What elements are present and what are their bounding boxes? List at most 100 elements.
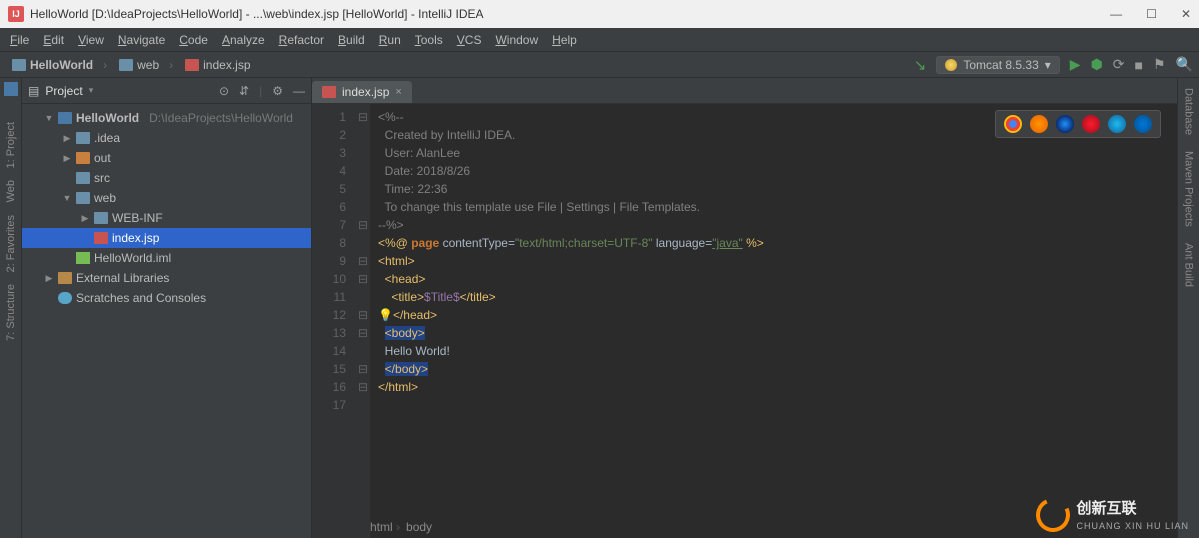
target-icon[interactable]: ⊙: [219, 84, 229, 98]
watermark-icon: [1032, 493, 1076, 537]
build-icon[interactable]: ↘: [914, 56, 927, 74]
menu-window[interactable]: Window: [489, 31, 544, 49]
stop-button[interactable]: ■: [1135, 57, 1143, 73]
tree-arrow[interactable]: ▶: [80, 213, 90, 224]
tree-item-src[interactable]: src: [22, 168, 311, 188]
breadcrumb-helloworld[interactable]: HelloWorld: [6, 58, 113, 72]
menu-navigate[interactable]: Navigate: [112, 31, 171, 49]
menu-vcs[interactable]: VCS: [451, 31, 488, 49]
folder-blue-icon: [12, 59, 26, 71]
tomcat-icon: [945, 59, 957, 71]
tree-arrow[interactable]: ▼: [62, 193, 72, 203]
chevron-down-icon: ▾: [1045, 58, 1051, 72]
tree-item-out[interactable]: ▶out: [22, 148, 311, 168]
pkg-icon: [58, 112, 72, 124]
menu-build[interactable]: Build: [332, 31, 371, 49]
run-button[interactable]: ▶: [1070, 56, 1081, 73]
firefox-icon[interactable]: [1030, 115, 1048, 133]
breadcrumb-index.jsp[interactable]: index.jsp: [179, 58, 266, 72]
update-button[interactable]: ⚑: [1153, 56, 1166, 73]
chevron-down-icon[interactable]: ▾: [89, 85, 94, 96]
tab-index-jsp[interactable]: index.jsp ×: [312, 81, 412, 103]
line-gutter: 1234567891011121314151617: [312, 104, 356, 538]
safari-icon[interactable]: [1056, 115, 1074, 133]
maximize-button[interactable]: ☐: [1146, 7, 1157, 21]
run-config-label: Tomcat 8.5.33: [963, 58, 1038, 72]
edge-icon[interactable]: [1134, 115, 1152, 133]
tree-item-helloworld-iml[interactable]: HelloWorld.iml: [22, 248, 311, 268]
breadcrumb-web[interactable]: web: [113, 58, 179, 72]
code-area[interactable]: 1234567891011121314151617 ⊟⊟⊟⊟⊟⊟⊟⊟ <%-- …: [312, 104, 1177, 538]
hide-icon[interactable]: ―: [293, 84, 305, 98]
project-tree[interactable]: ▼HelloWorldD:\IdeaProjects\HelloWorld▶.i…: [22, 104, 311, 312]
tree-item-helloworld[interactable]: ▼HelloWorldD:\IdeaProjects\HelloWorld: [22, 108, 311, 128]
tree-item-index-jsp[interactable]: index.jsp: [22, 228, 311, 248]
folder-icon: [76, 192, 90, 204]
minimize-button[interactable]: ―: [1110, 7, 1122, 21]
tool-1--project[interactable]: 1: Project: [5, 116, 17, 174]
run-config-selector[interactable]: Tomcat 8.5.33 ▾: [936, 56, 1059, 74]
fold-gutter[interactable]: ⊟⊟⊟⊟⊟⊟⊟⊟: [356, 104, 370, 538]
folder-icon: [76, 132, 90, 144]
nav-bar: HelloWorldwebindex.jsp ↘ Tomcat 8.5.33 ▾…: [0, 52, 1199, 78]
tree-item-scratches and consoles[interactable]: Scratches and Consoles: [22, 288, 311, 308]
menu-edit[interactable]: Edit: [37, 31, 70, 49]
tree-item-external libraries[interactable]: ▶External Libraries: [22, 268, 311, 288]
bc-body[interactable]: body: [406, 520, 432, 534]
editor-tabs: index.jsp ×: [312, 78, 1177, 104]
close-button[interactable]: ✕: [1181, 7, 1191, 21]
menu-view[interactable]: View: [72, 31, 110, 49]
gear-icon[interactable]: ⚙: [272, 84, 283, 98]
jsp-icon: [94, 232, 108, 244]
watermark-text: 创新互联: [1076, 497, 1189, 518]
tree-item-web-inf[interactable]: ▶WEB-INF: [22, 208, 311, 228]
tree-arrow[interactable]: ▶: [44, 273, 54, 284]
tree-item--idea[interactable]: ▶.idea: [22, 128, 311, 148]
debug-button[interactable]: ⬢: [1091, 56, 1103, 73]
tool-7--structure[interactable]: 7: Structure: [5, 278, 17, 347]
title-bar: IJ HelloWorld [D:\IdeaProjects\HelloWorl…: [0, 0, 1199, 28]
project-title[interactable]: Project: [45, 84, 82, 98]
search-button[interactable]: 🔍: [1176, 56, 1193, 73]
menu-run[interactable]: Run: [373, 31, 407, 49]
coverage-button[interactable]: ⟳: [1113, 56, 1125, 73]
tool-ant-build[interactable]: Ant Build: [1183, 237, 1195, 293]
menu-analyze[interactable]: Analyze: [216, 31, 271, 49]
folder-orange-icon: [76, 152, 90, 164]
menu-tools[interactable]: Tools: [409, 31, 449, 49]
code-content[interactable]: <%-- Created by IntelliJ IDEA. User: Ala…: [370, 104, 1177, 538]
collapse-all-icon[interactable]: ⇵: [239, 84, 249, 98]
iml-icon: [76, 252, 90, 264]
bc-html[interactable]: html: [370, 520, 400, 534]
menu-bar: FileEditViewNavigateCodeAnalyzeRefactorB…: [0, 28, 1199, 52]
menu-help[interactable]: Help: [546, 31, 583, 49]
folder-blue-icon: [119, 59, 133, 71]
close-tab-icon[interactable]: ×: [395, 86, 401, 98]
project-tool-icon[interactable]: [4, 82, 18, 96]
right-tool-strip: Database Maven Projects Ant Build: [1177, 78, 1199, 538]
folder-icon: [94, 212, 108, 224]
menu-code[interactable]: Code: [173, 31, 214, 49]
tree-arrow[interactable]: ▶: [62, 133, 72, 144]
watermark: 创新互联 CHUANG XIN HU LIAN: [1036, 497, 1189, 532]
ie-icon[interactable]: [1108, 115, 1126, 133]
menu-refactor[interactable]: Refactor: [273, 31, 330, 49]
left-tool-strip: 1: ProjectWeb2: Favorites7: Structure: [0, 78, 22, 538]
project-tool-window: ▤ Project ▾ ⊙ ⇵ | ⚙ ― ▼HelloWorldD:\Idea…: [22, 78, 312, 538]
tool-2--favorites[interactable]: 2: Favorites: [5, 209, 17, 278]
divider: |: [259, 84, 262, 98]
tree-arrow[interactable]: ▼: [44, 113, 54, 123]
window-title: HelloWorld [D:\IdeaProjects\HelloWorld] …: [30, 7, 484, 21]
tab-label: index.jsp: [342, 85, 389, 99]
tool-maven-projects[interactable]: Maven Projects: [1183, 145, 1195, 233]
editor: index.jsp × 1234567891011121314151617 ⊟⊟…: [312, 78, 1177, 538]
scratch-icon: [58, 292, 72, 304]
tree-arrow[interactable]: ▶: [62, 153, 72, 164]
tool-web[interactable]: Web: [5, 174, 17, 208]
chrome-icon[interactable]: [1004, 115, 1022, 133]
project-header: ▤ Project ▾ ⊙ ⇵ | ⚙ ―: [22, 78, 311, 104]
tool-database[interactable]: Database: [1183, 82, 1195, 141]
tree-item-web[interactable]: ▼web: [22, 188, 311, 208]
opera-icon[interactable]: [1082, 115, 1100, 133]
menu-file[interactable]: File: [4, 31, 35, 49]
